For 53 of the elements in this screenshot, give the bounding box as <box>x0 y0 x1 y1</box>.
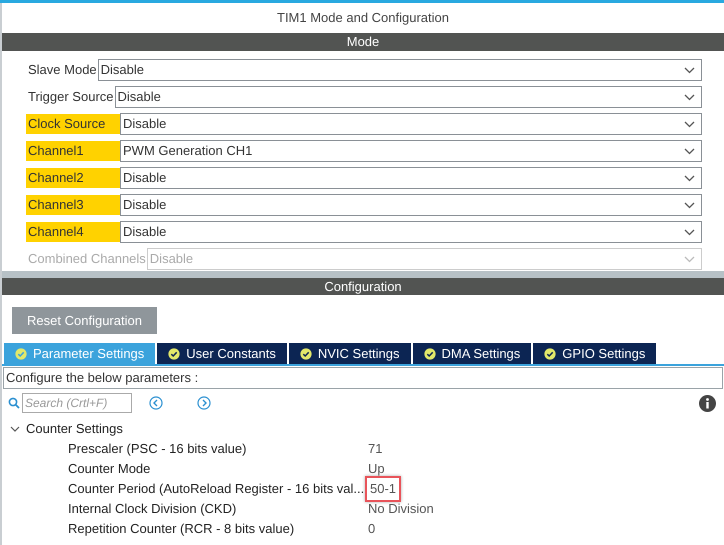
chevron-down-icon <box>684 174 695 182</box>
parameter-label: Repetition Counter (RCR - 8 bits value) <box>68 520 296 538</box>
parameter-value[interactable]: 0 <box>365 519 378 539</box>
dropdown[interactable]: Disable <box>98 59 702 81</box>
section-header: Configuration <box>2 278 724 295</box>
field-label: Channel4 <box>26 222 120 242</box>
group-label[interactable]: Counter Settings <box>26 419 123 439</box>
chevron-down-icon <box>684 202 695 208</box>
check-circle-icon <box>15 348 27 360</box>
field-label: Clock Source <box>26 114 120 134</box>
dropdown[interactable]: Disable <box>120 194 702 216</box>
tab[interactable]: GPIO Settings <box>533 343 656 364</box>
check-circle-icon <box>544 348 556 360</box>
parameter-label: Internal Clock Division (CKD) <box>68 500 238 518</box>
parameter-value[interactable]: No Division <box>365 499 437 519</box>
check-circle-icon <box>168 348 180 360</box>
field-label: Trigger Source <box>27 88 114 106</box>
field-label: Combined Channels <box>27 250 147 268</box>
field-label: Channel1 <box>26 141 120 161</box>
search-icon <box>8 397 20 409</box>
previous-icon[interactable] <box>149 396 163 410</box>
chevron-down-icon <box>684 66 695 74</box>
chevron-down-icon <box>684 228 695 236</box>
field-label: Channel2 <box>26 168 120 188</box>
parameter-value[interactable]: 50-1 <box>365 476 402 502</box>
chevron-down-icon <box>684 148 695 154</box>
chevron-down-icon <box>684 120 695 128</box>
dropdown[interactable]: PWM Generation CH1 <box>120 140 702 162</box>
tab[interactable]: DMA Settings <box>412 343 532 364</box>
dropdown[interactable]: Disable <box>120 113 702 135</box>
next-icon[interactable] <box>197 396 211 410</box>
tab[interactable]: NVIC Settings <box>288 343 411 364</box>
section-header: Mode <box>2 33 724 51</box>
chevron-down-icon[interactable] <box>10 424 20 434</box>
parameter-label: Counter Mode <box>68 460 152 478</box>
parameter-value[interactable]: Up <box>365 459 388 479</box>
dropdown[interactable]: Disable <box>120 167 702 189</box>
parameter-label: Counter Period (AutoReload Register - 16 bits val... <box>68 480 365 498</box>
parameter-label: Prescaler (PSC - 16 bits value) <box>68 440 248 458</box>
dropdown[interactable]: Disable <box>114 86 702 108</box>
description-text: Configure the below parameters : <box>3 367 723 389</box>
window-title: TIM1 Mode and Configuration <box>277 9 449 28</box>
field-label: Slave Mode <box>27 61 98 80</box>
tab[interactable]: User Constants <box>157 343 287 364</box>
check-circle-icon <box>300 348 312 360</box>
chevron-down-icon <box>684 256 695 262</box>
field-label: Channel3 <box>26 195 120 215</box>
search-field[interactable]: Search (Crtl+F) <box>22 393 132 413</box>
dropdown[interactable]: Disable <box>120 221 702 243</box>
info-icon[interactable] <box>699 394 716 412</box>
chevron-down-icon <box>684 94 695 100</box>
parameter-value[interactable]: 71 <box>365 439 386 459</box>
check-circle-icon <box>424 348 436 360</box>
